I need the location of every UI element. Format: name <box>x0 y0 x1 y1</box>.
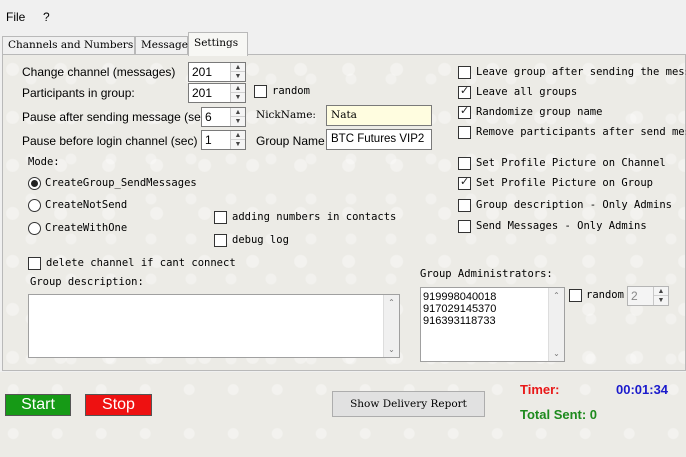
spin-up-icon[interactable]: ▲ <box>231 63 245 72</box>
admin-number: 917029145370 <box>423 303 497 315</box>
remove-participants-label: Remove participants after send mes <box>476 126 686 138</box>
profile-picture-group-label: Set Profile Picture on Group <box>476 177 654 189</box>
participants-value: 201 <box>192 86 213 100</box>
admins-random-value: 2 <box>631 289 638 303</box>
timer-value: 00:01:34 <box>616 382 669 397</box>
checkmark-icon: ✓ <box>460 85 470 97</box>
scroll-down-icon[interactable]: ⌄ <box>384 345 399 354</box>
randomize-group-name-label: Randomize group name <box>476 106 603 118</box>
pause-login-value: 1 <box>205 133 212 147</box>
menu-bar: File ? <box>0 0 686 30</box>
profile-picture-group-checkbox[interactable]: ✓ <box>458 176 471 190</box>
delete-channel-label: delete channel if cant connect <box>46 257 236 269</box>
adding-numbers-checkbox[interactable] <box>214 211 227 224</box>
admins-scrollbar[interactable]: ⌃ ⌄ <box>548 288 564 361</box>
nickname-input[interactable]: Nata <box>326 105 432 126</box>
participants-spinner[interactable]: 201 ▲ ▼ <box>188 83 246 103</box>
group-admins-label: Group Administrators: <box>420 268 553 280</box>
menu-file[interactable]: File <box>6 10 25 24</box>
scroll-up-icon[interactable]: ⌃ <box>549 291 564 300</box>
group-admins-textarea[interactable]: 919998040018 917029145370 916393118733 ⌃… <box>420 287 565 362</box>
tab-channels-and-numbers[interactable]: Channels and Numbers <box>2 36 135 55</box>
delete-channel-checkbox[interactable] <box>28 257 41 270</box>
leave-group-checkbox[interactable] <box>458 66 471 79</box>
participants-label: Participants in group: <box>22 86 135 100</box>
mode-radio-create-not-send[interactable] <box>28 199 41 212</box>
spin-down-icon[interactable]: ▼ <box>231 140 245 149</box>
start-button[interactable]: Start <box>5 394 71 416</box>
radio-selected-dot <box>31 180 38 187</box>
tab-settings[interactable]: Settings <box>188 32 248 56</box>
pause-sending-label: Pause after sending message (sec): <box>22 110 215 124</box>
pause-sending-spinner[interactable]: 6 ▲ ▼ <box>201 107 246 127</box>
spin-down-icon[interactable]: ▼ <box>231 93 245 102</box>
mode-radio-create-group-send[interactable] <box>28 177 41 190</box>
spin-down-icon[interactable]: ▼ <box>231 72 245 81</box>
remove-participants-checkbox[interactable] <box>458 126 471 139</box>
admins-random-label: random <box>586 289 624 301</box>
group-name-input[interactable]: BTC Futures VIP2 <box>326 129 432 150</box>
mode-radio-create-with-one[interactable] <box>28 222 41 235</box>
checkmark-icon: ✓ <box>460 105 470 117</box>
participants-random-label: random <box>272 85 310 97</box>
group-description-admins-checkbox[interactable] <box>458 199 471 212</box>
debug-log-checkbox[interactable] <box>214 234 227 247</box>
spin-up-icon[interactable]: ▲ <box>231 84 245 93</box>
leave-group-label: Leave group after sending the mess <box>476 66 686 78</box>
send-messages-admins-label: Send Messages - Only Admins <box>476 220 647 232</box>
description-scrollbar[interactable]: ⌃ ⌄ <box>383 295 399 357</box>
mode-label-create-not-send: CreateNotSend <box>45 199 128 211</box>
spin-down-icon[interactable]: ▼ <box>654 296 668 305</box>
tab-message[interactable]: Message <box>135 36 188 55</box>
total-sent: Total Sent: 0 <box>520 407 598 422</box>
profile-picture-channel-checkbox[interactable] <box>458 157 471 170</box>
admin-number: 919998040018 <box>423 291 497 303</box>
change-channel-spinner[interactable]: 201 ▲ ▼ <box>188 62 246 82</box>
admin-number: 916393118733 <box>423 315 496 327</box>
leave-all-groups-checkbox[interactable]: ✓ <box>458 85 471 99</box>
pause-login-spinner[interactable]: 1 ▲ ▼ <box>201 130 246 150</box>
checkmark-icon: ✓ <box>460 176 470 188</box>
randomize-group-name-checkbox[interactable]: ✓ <box>458 105 471 119</box>
participants-random-checkbox[interactable] <box>254 85 267 98</box>
timer-label: Timer: <box>520 382 560 397</box>
spin-up-icon[interactable]: ▲ <box>654 287 668 296</box>
admins-random-checkbox[interactable] <box>569 289 582 302</box>
pause-login-label: Pause before login channel (sec) <box>22 134 198 148</box>
change-channel-label: Change channel (messages) <box>22 65 176 79</box>
scroll-up-icon[interactable]: ⌃ <box>384 298 399 307</box>
group-description-textarea[interactable]: ⌃ ⌄ <box>28 294 400 358</box>
menu-help[interactable]: ? <box>43 10 50 24</box>
spin-up-icon[interactable]: ▲ <box>231 131 245 140</box>
leave-all-groups-label: Leave all groups <box>476 86 578 98</box>
admins-random-spinner[interactable]: 2 ▲ ▼ <box>627 286 669 306</box>
profile-picture-channel-label: Set Profile Picture on Channel <box>476 157 666 169</box>
group-description-label: Group description: <box>30 276 144 288</box>
show-delivery-report-button[interactable]: Show Delivery Report <box>332 391 485 417</box>
spin-down-icon[interactable]: ▼ <box>231 117 245 126</box>
debug-log-label: debug log <box>232 234 289 246</box>
mode-label-create-with-one: CreateWithOne <box>45 222 128 234</box>
group-description-admins-label: Group description - Only Admins <box>476 199 672 211</box>
send-messages-admins-checkbox[interactable] <box>458 220 471 233</box>
change-channel-value: 201 <box>192 65 213 79</box>
scroll-down-icon[interactable]: ⌄ <box>549 349 564 358</box>
nickname-label: NickName: <box>256 109 316 121</box>
adding-numbers-label: adding numbers in contacts <box>232 211 397 223</box>
spin-up-icon[interactable]: ▲ <box>231 108 245 117</box>
pause-sending-value: 6 <box>205 110 212 124</box>
group-name-label: Group Name <box>256 134 325 148</box>
mode-label: Mode: <box>28 156 60 168</box>
stop-button[interactable]: Stop <box>85 394 152 416</box>
mode-label-create-group-send: CreateGroup_SendMessages <box>45 177 197 189</box>
